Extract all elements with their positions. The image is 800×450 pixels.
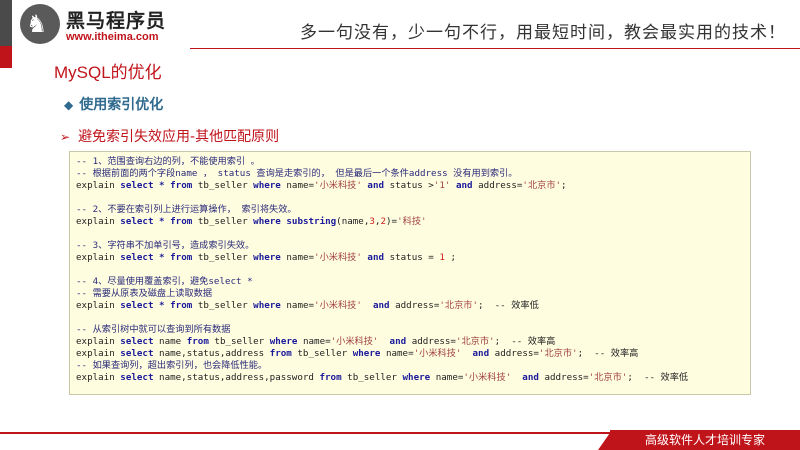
footer-tagline: 高级软件人才培训专家: [610, 430, 800, 450]
code-block: -- 1、范围查询右边的列，不能使用索引 。 -- 根据前面的两个字段name …: [69, 151, 751, 395]
diamond-bullet-icon: ◆: [64, 98, 74, 112]
section-title-text: 使用索引优化: [79, 97, 164, 113]
code-line-2: -- 根据前面的两个字段name ， status 查询是走索引的， 但是最后一…: [76, 168, 518, 179]
code-line-9: -- 需要从原表及磁盘上读取数据: [76, 288, 213, 299]
sub-title-text: 避免索引失效应用-其他匹配原则: [78, 129, 280, 145]
sub-title: ➢ 避免索引失效应用-其他匹配原则: [60, 126, 279, 146]
page-title: MySQL的优化: [54, 63, 162, 82]
slogan: 多一句没有，少一句不行，用最短时间，教会最实用的技术！: [300, 23, 786, 43]
code-line-15: explain select name,status,address,passw…: [76, 372, 689, 383]
code-line-5: explain select * from tb_seller where su…: [76, 216, 427, 227]
logo-url: www.itheima.com: [66, 31, 159, 43]
section-title: ◆ 使用索引优化: [64, 94, 163, 114]
left-red-bar: [0, 46, 12, 68]
code-line-10: explain select * from tb_seller where na…: [76, 300, 539, 311]
code-line-3: explain select * from tb_seller where na…: [76, 180, 567, 191]
header-divider: [190, 48, 800, 49]
code-line-11: -- 从索引树中就可以查询到所有数据: [76, 324, 231, 335]
arrow-bullet-icon: ➢: [60, 130, 71, 144]
horse-logo-icon: ♞: [20, 4, 60, 44]
code-line-4: -- 2、不要在索引列上进行运算操作， 索引将失效。: [76, 204, 297, 215]
code-line-1: -- 1、范围查询右边的列，不能使用索引 。: [76, 156, 260, 167]
code-line-12: explain select name from tb_seller where…: [76, 336, 556, 347]
code-line-13: explain select name,status,address from …: [76, 348, 639, 359]
code-line-8: -- 4、尽量使用覆盖索引，避免select *: [76, 276, 253, 287]
logo: ♞ 黑马程序员 www.itheima.com: [20, 4, 170, 48]
code-line-6: -- 3、字符串不加单引号，造成索引失效。: [76, 240, 255, 251]
logo-title: 黑马程序员: [66, 10, 167, 32]
code-line-7: explain select * from tb_seller where na…: [76, 252, 457, 263]
left-dark-bar: [0, 0, 12, 46]
code-line-14: -- 如果查询列，超出索引列，也会降低性能。: [76, 360, 268, 371]
